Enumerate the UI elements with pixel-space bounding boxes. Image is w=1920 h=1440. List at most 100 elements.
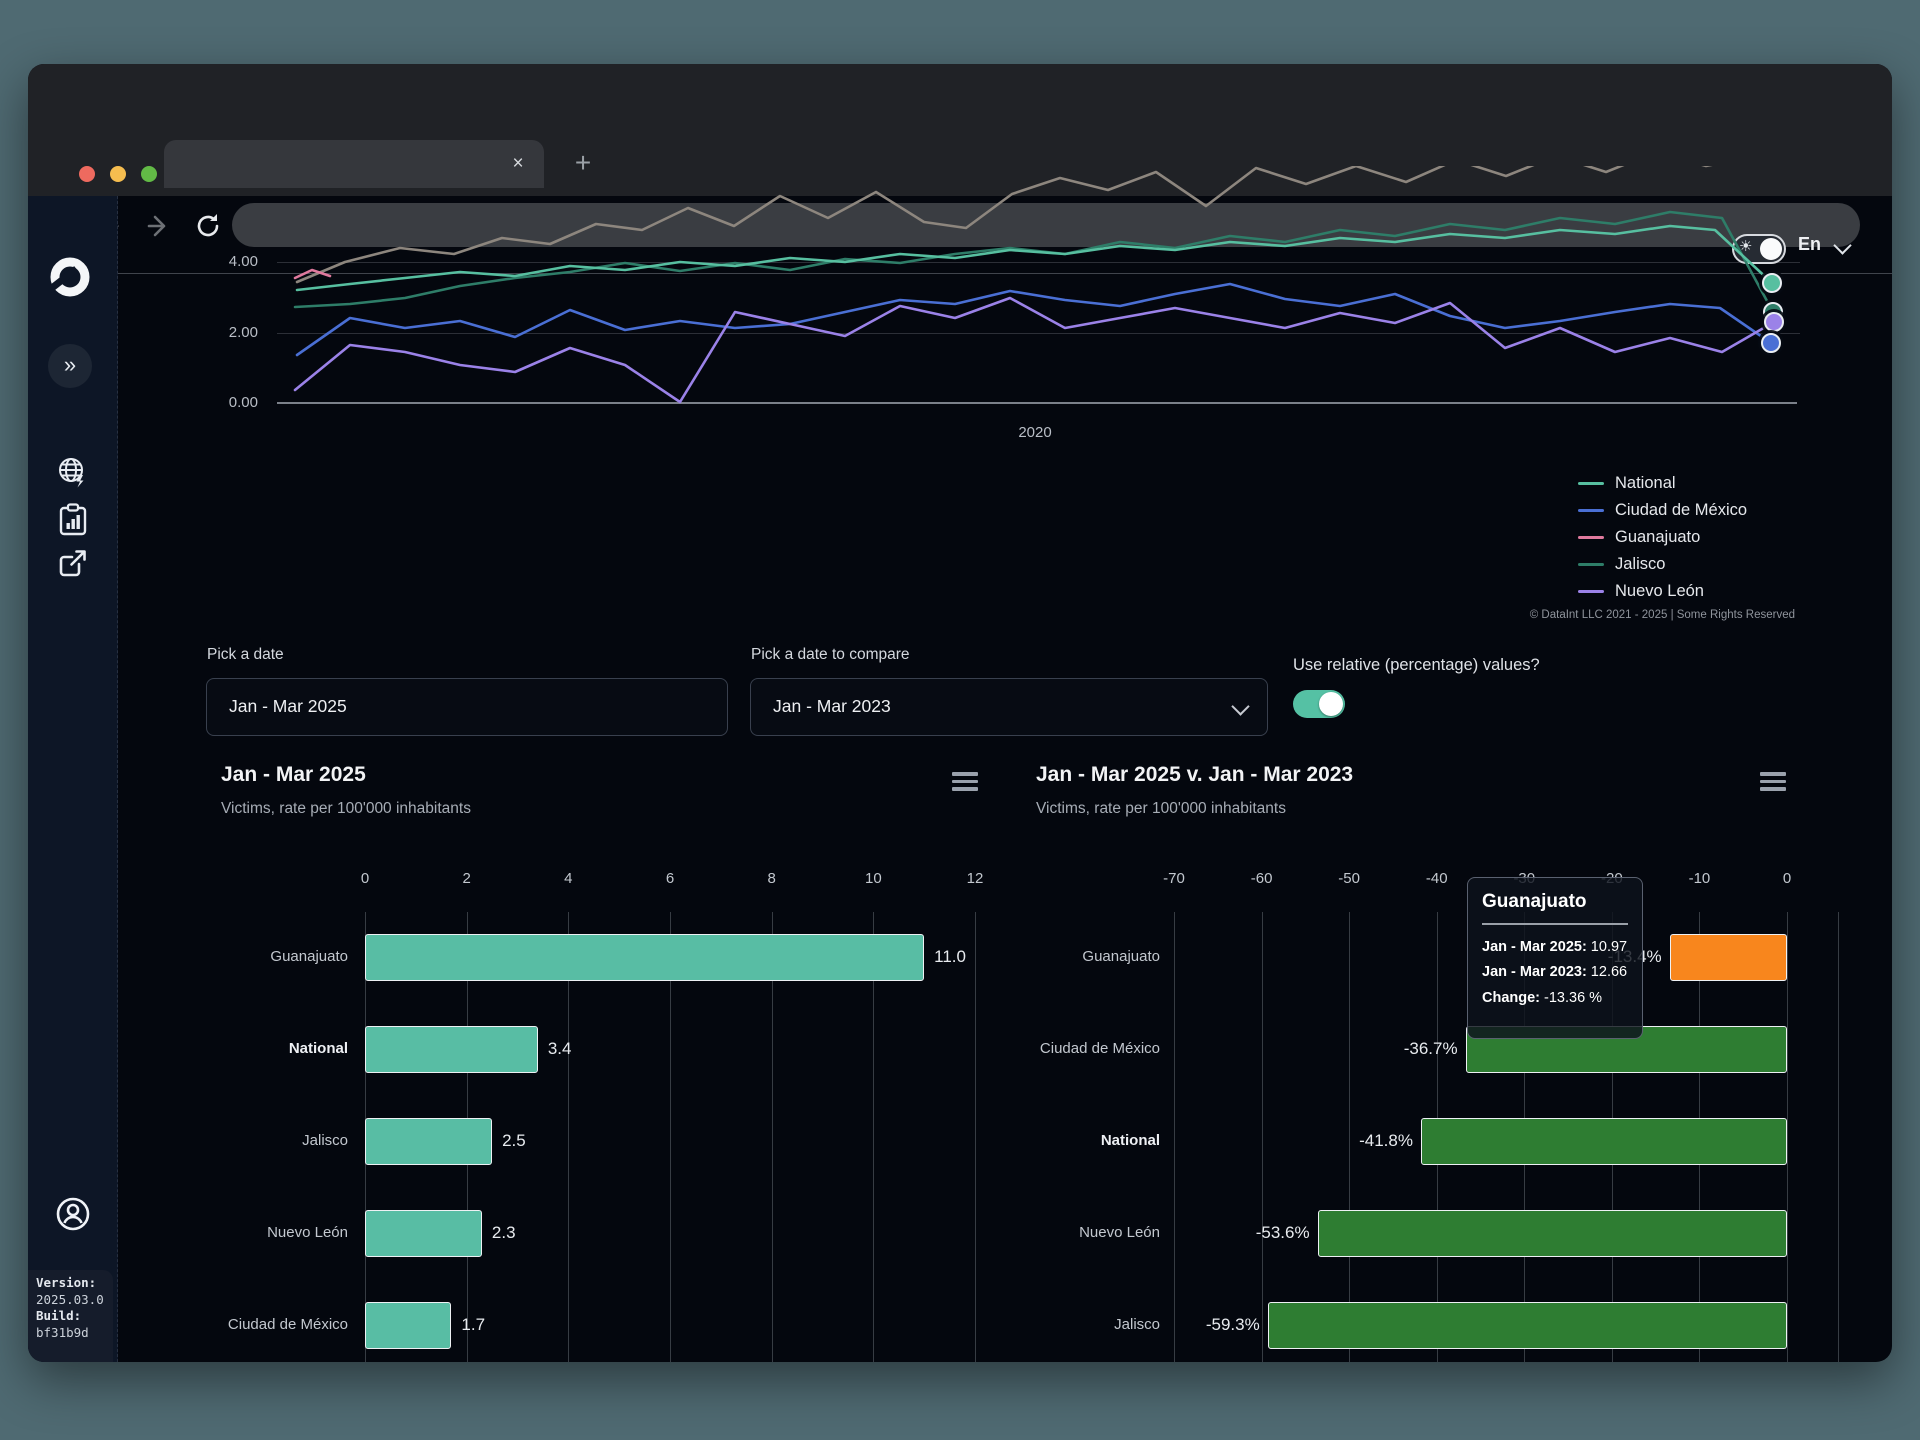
left-chart-subtitle: Victims, rate per 100'000 inhabitants xyxy=(221,800,471,818)
axis-tick-label: -20 xyxy=(1582,870,1642,887)
category-label-1: National xyxy=(118,1040,348,1057)
build-label: Build: xyxy=(36,1308,81,1323)
user-avatar-icon[interactable] xyxy=(52,1193,94,1235)
legend-label: Nuevo León xyxy=(1615,582,1704,601)
external-link-icon[interactable] xyxy=(57,547,89,579)
legend-label: Guanajuato xyxy=(1615,528,1700,547)
tooltip-title: Guanajuato xyxy=(1482,891,1628,913)
right-chart-subtitle: Victims, rate per 100'000 inhabitants xyxy=(1036,800,1286,818)
bar-row-3[interactable] xyxy=(365,1210,482,1257)
line-chart-legend: National Ciudad de México Guanajuato Jalisc… xyxy=(1578,470,1747,605)
axis-tick-label: 2 xyxy=(437,870,497,887)
compare-select[interactable]: Jan - Mar 2023 xyxy=(750,678,1268,736)
category-label-0: Guanajuato xyxy=(118,948,348,965)
bar-row-1[interactable] xyxy=(365,1026,538,1073)
bar-row-4[interactable] xyxy=(1268,1302,1787,1349)
tooltip-row-label: Change: xyxy=(1482,990,1540,1006)
compare-picker-label: Pick a date to compare xyxy=(751,646,910,664)
category-label-3: Nuevo León xyxy=(118,1224,348,1241)
legend-item-3[interactable]: Jalisco xyxy=(1578,551,1747,578)
line-series-guanajuato-trend-desaturated xyxy=(297,166,1772,282)
axis-tick-label: 0 xyxy=(1757,870,1817,887)
app-logo-icon[interactable] xyxy=(50,257,90,297)
browser-window: × + » xyxy=(28,64,1892,1362)
value-label-3: 2.3 xyxy=(492,1223,516,1243)
date-picker-label: Pick a date xyxy=(207,646,284,664)
series-end-dot-national xyxy=(1763,274,1781,292)
axis-tick-label: -70 xyxy=(1144,870,1204,887)
category-label-2: Jalisco xyxy=(118,1132,348,1149)
series-end-dot-ciudad-de-mexico xyxy=(1762,334,1780,352)
line-series-ciudad-de-mexico xyxy=(297,284,1771,355)
forward-button[interactable] xyxy=(140,208,176,244)
browser-menu-button[interactable] xyxy=(1890,211,1892,241)
category-label-3: Nuevo León xyxy=(930,1224,1160,1241)
right-chart-menu-button[interactable] xyxy=(1760,772,1786,792)
bar-row-2[interactable] xyxy=(1421,1118,1787,1165)
category-label-1: Ciudad de México xyxy=(930,1040,1160,1057)
globe-energy-icon[interactable] xyxy=(53,453,91,491)
axis-tick-label: 12 xyxy=(945,870,1005,887)
tooltip-divider xyxy=(1482,923,1628,925)
axis-tick-label: 6 xyxy=(640,870,700,887)
legend-label: Ciudad de México xyxy=(1615,501,1747,520)
report-clipboard-icon[interactable] xyxy=(56,502,90,538)
bar-row-0[interactable] xyxy=(1670,934,1787,981)
value-label-2: 2.5 xyxy=(502,1131,526,1151)
relative-toggle-knob[interactable] xyxy=(1319,692,1343,716)
version-label: Version: xyxy=(36,1275,96,1290)
tooltip-row-2: Change: -13.36 % xyxy=(1482,986,1628,1012)
value-label-4: 1.7 xyxy=(461,1315,485,1335)
legend-swatch xyxy=(1578,482,1604,486)
line-series-national xyxy=(297,226,1772,290)
date-select[interactable]: Jan - Mar 2025 xyxy=(206,678,728,736)
legend-swatch xyxy=(1578,509,1604,513)
window-close-button[interactable] xyxy=(79,166,95,182)
legend-swatch xyxy=(1578,590,1604,594)
x-tick-2020: 2020 xyxy=(1000,424,1070,441)
window-minimize-button[interactable] xyxy=(110,166,126,182)
left-chart-title: Jan - Mar 2025 xyxy=(221,763,366,787)
axis-tick-label: -60 xyxy=(1232,870,1292,887)
plot-edge-line xyxy=(1838,912,1839,1362)
bar-row-0[interactable] xyxy=(365,934,924,981)
legend-label: Jalisco xyxy=(1615,555,1665,574)
version-panel: Version: 2025.03.0 Build: bf31b9d xyxy=(28,1270,113,1362)
axis-tick-label: -40 xyxy=(1407,870,1467,887)
line-chart xyxy=(240,166,1810,410)
value-label-4: -59.3% xyxy=(1108,1315,1260,1335)
legend-swatch xyxy=(1578,536,1604,540)
category-label-2: National xyxy=(930,1132,1160,1149)
bar-row-3[interactable] xyxy=(1318,1210,1787,1257)
axis-tick-label: 4 xyxy=(538,870,598,887)
relative-values-toggle[interactable] xyxy=(1293,690,1345,718)
axis-tick-label: 8 xyxy=(742,870,802,887)
date-select-value: Jan - Mar 2025 xyxy=(229,696,347,717)
bar-row-4[interactable] xyxy=(365,1302,451,1349)
category-label-0: Guanajuato xyxy=(930,948,1160,965)
window-zoom-button[interactable] xyxy=(141,166,157,182)
axis-tick-label: 10 xyxy=(843,870,903,887)
legend-swatch xyxy=(1578,563,1604,567)
axis-tick-label: -50 xyxy=(1319,870,1379,887)
legend-item-1[interactable]: Ciudad de México xyxy=(1578,497,1747,524)
value-label-1: -36.7% xyxy=(1306,1039,1458,1059)
series-end-dot-nuevo-leon xyxy=(1765,313,1783,331)
axis-tick-label: -10 xyxy=(1669,870,1729,887)
sidebar-expand-button[interactable]: » xyxy=(48,344,92,388)
value-label-2: -41.8% xyxy=(1261,1131,1413,1151)
line-series-nuevo-leon xyxy=(295,298,1774,402)
compare-select-value: Jan - Mar 2023 xyxy=(773,696,891,717)
axis-tick-label: 0 xyxy=(335,870,395,887)
value-label-1: 3.4 xyxy=(548,1039,572,1059)
reload-button[interactable] xyxy=(190,208,226,244)
relative-toggle-label: Use relative (percentage) values? xyxy=(1293,656,1540,675)
legend-item-2[interactable]: Guanajuato xyxy=(1578,524,1747,551)
legend-item-4[interactable]: Nuevo León xyxy=(1578,578,1747,605)
build-value: bf31b9d xyxy=(36,1325,89,1340)
bar-row-2[interactable] xyxy=(365,1118,492,1165)
bar-row-1[interactable] xyxy=(1466,1026,1787,1073)
left-chart-menu-button[interactable] xyxy=(952,772,978,792)
axis-tick-label: -30 xyxy=(1494,870,1554,887)
legend-item-0[interactable]: National xyxy=(1578,470,1747,497)
